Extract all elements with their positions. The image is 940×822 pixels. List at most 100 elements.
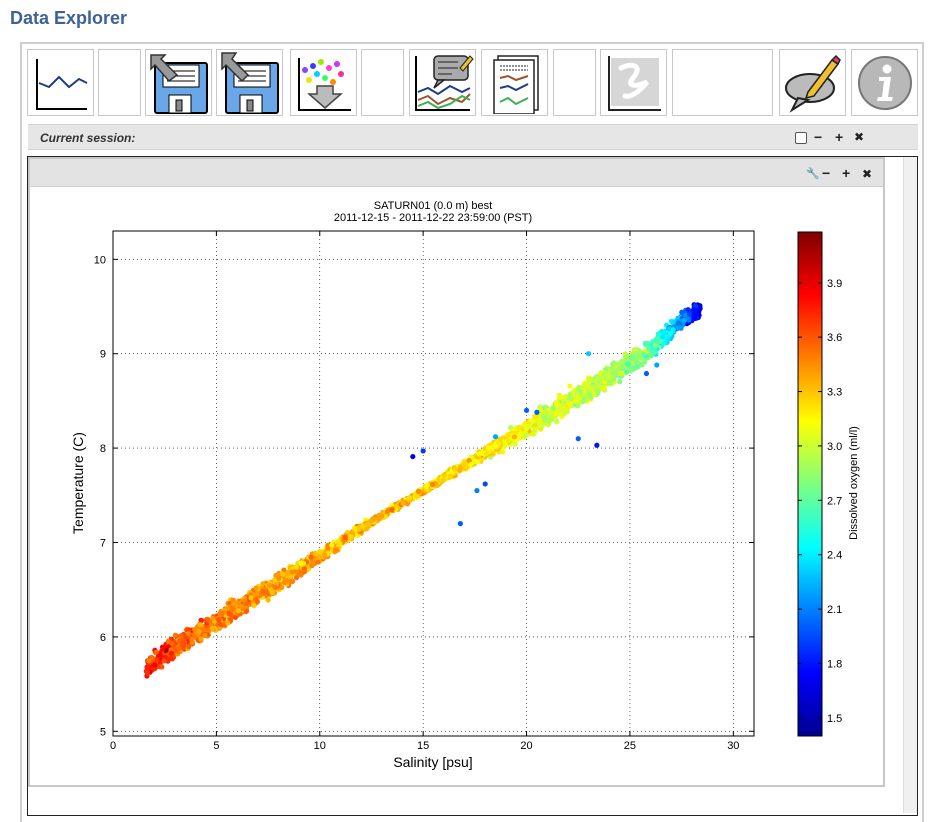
scatter-point — [642, 340, 648, 346]
y-tick-label: 10 — [94, 254, 106, 266]
scatter-point — [655, 331, 661, 337]
scatter-point — [180, 641, 187, 647]
scatter-point — [685, 307, 691, 313]
scatter-point — [647, 352, 653, 358]
scatter-point — [505, 437, 512, 443]
scatter-point — [617, 379, 623, 385]
x-tick-label: 5 — [213, 740, 219, 752]
x-axis-label: Salinity [psu] — [393, 754, 472, 770]
chart-subtitle: 2011-12-15 - 2011-12-22 23:59:00 (PST) — [334, 212, 532, 224]
scatter-point — [595, 390, 601, 396]
scatter-point — [149, 654, 155, 661]
scatter-point — [251, 603, 257, 609]
scatter-point — [308, 554, 314, 560]
scatter-point — [370, 517, 376, 523]
scatter-point — [192, 626, 198, 633]
colorbar-tick-label: 2.1 — [827, 604, 842, 616]
scatter-point — [670, 327, 676, 333]
scatter-point — [293, 564, 299, 570]
scatter-point — [548, 410, 555, 416]
scatter-point — [288, 579, 295, 585]
scatter-point — [216, 617, 222, 623]
x-tick-label: 20 — [520, 740, 532, 752]
scatter-point — [317, 554, 323, 560]
scatter-point — [231, 601, 237, 607]
scatter-point — [172, 632, 179, 638]
scatter-point — [424, 483, 430, 489]
scatter-point — [601, 384, 608, 390]
scatter-point — [244, 601, 250, 607]
scatter-point — [178, 633, 184, 639]
scatter-point — [594, 442, 600, 448]
scatter-point — [420, 448, 426, 454]
scatter-point — [511, 434, 518, 440]
scatter-point — [293, 575, 300, 581]
scatter-point — [607, 372, 613, 379]
scatter-point — [279, 571, 285, 577]
scatter-point — [476, 451, 482, 457]
colorbar-label: Dissolved oxygen (ml/l) — [848, 426, 860, 540]
scatter-point — [152, 662, 158, 668]
scatter-point — [558, 412, 564, 418]
scatter-point — [447, 473, 453, 479]
scatter-point — [329, 542, 335, 548]
scatter-point — [348, 534, 354, 540]
y-tick-label: 8 — [100, 443, 106, 455]
scatter-point — [254, 590, 260, 596]
scatter-points — [143, 302, 703, 679]
scatter-point — [154, 657, 160, 663]
scatter-point — [526, 423, 532, 429]
x-tick-label: 25 — [624, 740, 636, 752]
scatter-point — [186, 631, 192, 637]
scatter-point — [677, 325, 683, 331]
colorbar-tick-label: 3.3 — [827, 387, 842, 399]
scatter-point — [322, 552, 328, 558]
scatter-point — [654, 336, 660, 342]
scatter-point — [664, 333, 671, 339]
scatter-point — [429, 482, 436, 488]
scatter-point — [575, 436, 581, 442]
colorbar-tick-label: 3.9 — [827, 278, 842, 290]
scatter-point — [379, 513, 385, 519]
scatter-point — [298, 561, 304, 567]
scatter-point — [609, 368, 615, 374]
scatter-point — [440, 477, 446, 483]
scatter-point — [623, 352, 630, 359]
scatter-point — [496, 440, 502, 446]
colorbar-tick-label: 3.6 — [827, 332, 842, 344]
scatter-point — [641, 352, 647, 358]
scatter-point — [573, 398, 579, 404]
scatter-point — [144, 670, 150, 676]
scatter-point — [654, 362, 660, 368]
colorbar — [797, 231, 823, 737]
scatter-point — [598, 370, 604, 376]
scatter-point — [529, 418, 535, 424]
scatter-point — [356, 526, 362, 533]
scatter-point — [560, 400, 567, 406]
scatter-point — [624, 369, 630, 375]
scatter-point — [631, 365, 637, 371]
scatter-point — [624, 361, 630, 367]
scatter-point — [687, 311, 693, 317]
y-tick-label: 5 — [100, 726, 106, 738]
scatter-point — [342, 535, 348, 541]
scatter-point — [265, 597, 271, 603]
scatter-point — [227, 611, 234, 618]
scatter-point — [643, 370, 650, 377]
scatter-point — [219, 610, 225, 616]
scatter-point — [468, 462, 474, 468]
scatter-point — [544, 409, 550, 415]
colorbar-tick-label: 1.8 — [827, 658, 842, 670]
colorbar-tick-label: 1.5 — [827, 713, 842, 725]
scatter-point — [197, 622, 203, 628]
scatter-point — [492, 434, 499, 440]
scatter-point — [384, 509, 390, 515]
scatter-point — [576, 384, 582, 390]
scatter-point — [619, 370, 625, 376]
colorbar-tick-label: 2.7 — [827, 495, 842, 507]
y-tick-label: 6 — [100, 632, 106, 644]
scatter-point — [253, 585, 259, 591]
scatter-point — [337, 541, 343, 547]
scatter-point — [563, 393, 569, 400]
scatter-point — [415, 488, 421, 494]
